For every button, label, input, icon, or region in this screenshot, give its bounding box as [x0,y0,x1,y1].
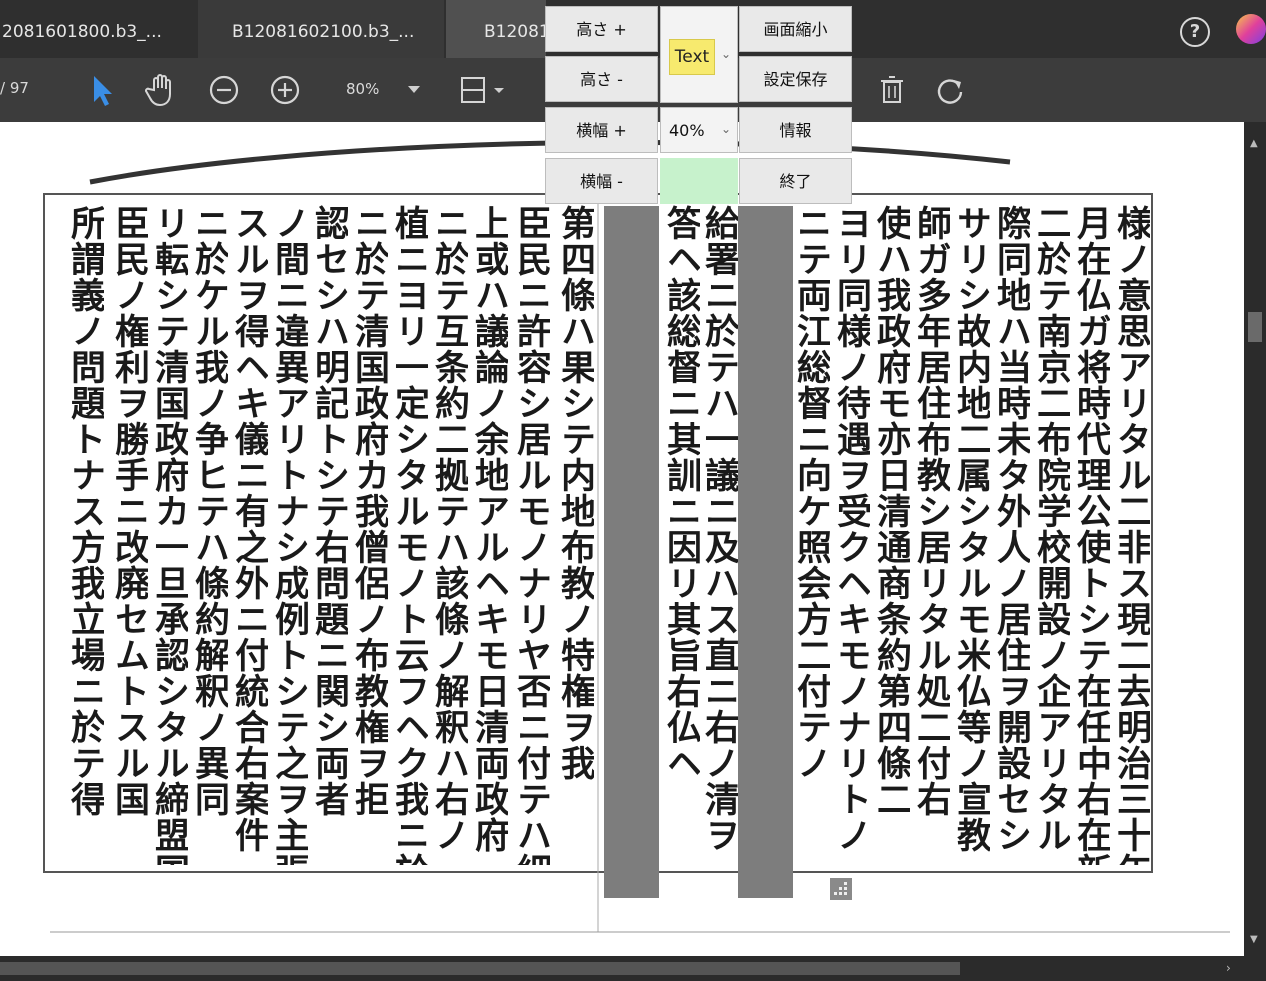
text-column: 認セシハ明記トシテ右問題ニ関シ両者 [310,205,348,817]
ai-assistant-icon[interactable] [1236,14,1266,44]
horizontal-scroll-thumb[interactable] [0,962,960,975]
type-select-value: Text [669,39,715,75]
height-minus-button[interactable]: 高さ - [545,56,658,102]
vertical-scroll-thumb[interactable] [1248,312,1262,342]
tab-document-1[interactable]: 2081601800.b3_... [0,0,197,58]
width-plus-button[interactable]: 横幅 + [545,107,658,153]
text-column: リ転シテ清国政府カ一旦承認シタル締盟国 [150,205,188,865]
text-column: 答ヘ該総督ニ其訓ニ因リ其旨右仏ヘ [662,205,700,781]
zoom-in-icon[interactable] [265,70,305,110]
type-select[interactable]: Text ⌄ [660,6,738,103]
text-column: 上或ハ議論ノ余地アルヘキモ日清両政府 [470,205,508,853]
zoom-dropdown-icon[interactable] [408,86,420,93]
text-column: ヨリ同様ノ待遇ヲ受クヘキモノナリトノ [832,205,870,853]
shrink-screen-button[interactable]: 画面縮小 [739,6,852,52]
fit-page-icon[interactable] [456,70,506,110]
hand-tool-icon[interactable] [142,70,182,110]
vertical-scrollbar[interactable]: ▲ ▼ [1244,122,1266,956]
exit-button[interactable]: 終了 [739,158,852,204]
delete-icon[interactable] [872,70,912,110]
text-column: 第四條ハ果シテ内地布教ノ特権ヲ我 [556,205,594,781]
text-column: 臣民ニ許容シ居ルモノナリヤ否ニ付テハ細 [512,205,550,865]
scroll-down-icon[interactable]: ▼ [1250,934,1258,945]
info-button[interactable]: 情報 [739,107,852,153]
text-column: 使ハ我政府モ亦日清通商条約第四條二 [872,205,910,817]
chevron-down-icon: ⌄ [721,122,732,136]
text-column: ノ間ニ違異アリトナシ成例トシテ之ヲ主張 [270,205,308,865]
text-column: スルヲ得ヘキ儀ニ有之外ニ付統合右案件 [230,205,268,853]
text-column: ニ於テ清国政府カ我僧侶ノ布教権ヲ拒 [350,205,388,817]
text-column: 際同地ハ当時未タ外人ノ居住ヲ開設セシ [992,205,1030,853]
percent-select-value: 40% [669,121,705,140]
text-column: ニテ両江総督ニ向ケ照会方二付テノ [792,205,830,781]
text-column: 様ノ意思アリタル二非ス現二去明治三十年十 [1112,205,1150,865]
page-count: / 97 [0,79,29,97]
tab-document-3[interactable]: B12081 [446,0,546,58]
horizontal-scrollbar[interactable]: › [0,956,1266,981]
overlay-strip-right [738,206,793,898]
scroll-right-icon[interactable]: › [1226,961,1231,975]
text-column: 臣民ノ権利ヲ勝手ニ改廃セムトスル国 [110,205,148,817]
zoom-level[interactable]: 80% [346,80,379,98]
text-column: ニ於ケル我ノ争ヒテハ條約解釈ノ異同 [190,205,228,817]
text-column: 所謂義ノ問題トナス方我立場ニ於テ得 [66,205,104,817]
rotate-icon[interactable] [930,70,970,110]
resize-grip-icon[interactable] [830,878,852,900]
text-column: 月在仏ガ将時代理公使トシテ在任中右在新ち [1072,205,1110,865]
text-column: 植ニヨリ一定シタルモノト云フヘク我ニ於テハ之 [390,205,428,865]
scroll-up-icon[interactable]: ▲ [1250,138,1258,149]
save-settings-button[interactable]: 設定保存 [739,56,852,102]
text-column: 二於テ南京二布院学校開設ノ企アリタル [1032,205,1070,853]
select-arrow-icon[interactable] [82,70,122,110]
percent-select[interactable]: 40% ⌄ [660,107,738,153]
zoom-out-icon[interactable] [204,70,244,110]
control-panel: 高さ + 高さ - 横幅 + 横幅 - Text ⌄ 40% ⌄ 画面縮小 設定… [545,6,852,206]
height-plus-button[interactable]: 高さ + [545,6,658,52]
text-column: 師ガ多年居住布教シ居リタル処二付右 [912,205,950,817]
overlay-strip-left [604,206,659,898]
text-column: ニ於テ互条約二拠テハ該條ノ解釈ハ右ノ [430,205,468,853]
text-column: サリシ故内地二属シタルモ米仏等ノ宣教 [952,205,990,853]
width-minus-button[interactable]: 横幅 - [545,158,658,204]
tab-document-2[interactable]: B12081602100.b3_... [198,0,444,58]
help-icon[interactable]: ? [1180,17,1210,47]
text-column: 給署ニ於テハ一議ニ及ハス直ニ右ノ清ヲ [700,205,738,853]
chevron-down-icon: ⌄ [721,47,732,61]
